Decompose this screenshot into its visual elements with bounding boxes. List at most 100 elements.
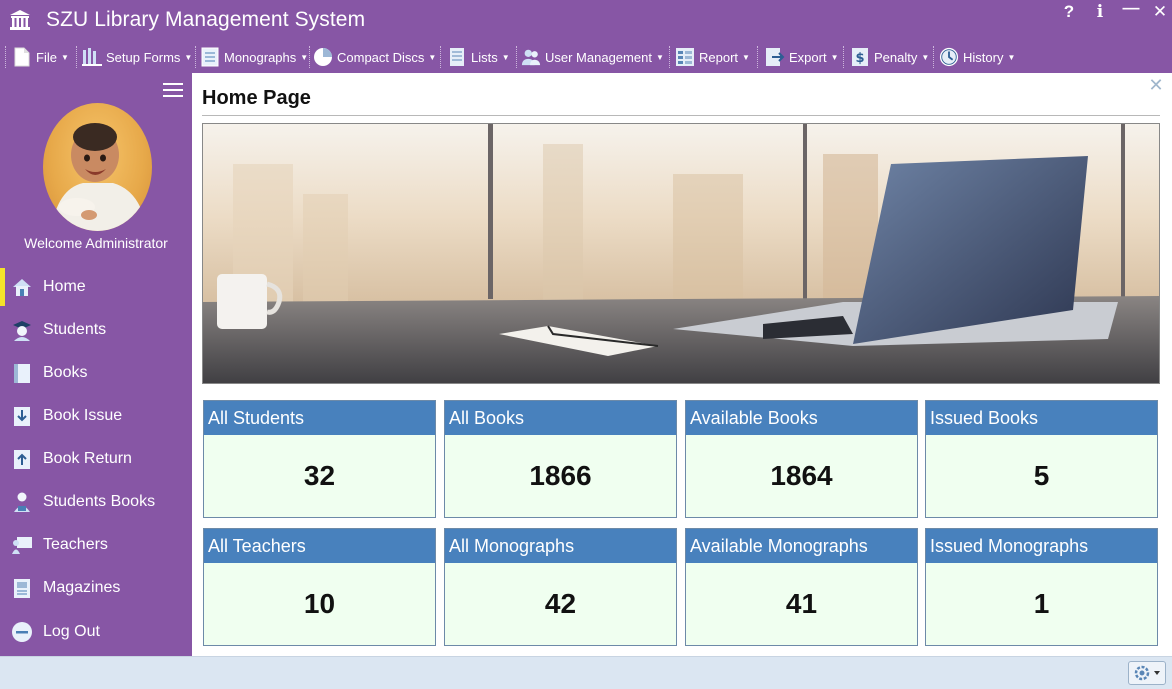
help-button[interactable]: ? (1058, 2, 1080, 24)
menu-bar: File ▼ Setup Forms ▼ Monographs ▼ Compac… (0, 40, 1172, 73)
sidebar-item-book-issue[interactable]: Book Issue (0, 397, 192, 435)
svg-text:$: $ (855, 51, 864, 66)
tile-value: 10 (303, 588, 336, 619)
sidebar-item-magazines[interactable]: Magazines (0, 569, 192, 607)
page-title: Home Page (202, 87, 311, 109)
status-bar (0, 656, 1172, 689)
menu-compact-discs[interactable]: Compact Discs ▼ (313, 44, 436, 70)
tile-all-students[interactable]: All Students 32 (203, 400, 436, 518)
tile-label: All Monographs (445, 529, 676, 563)
chevron-down-icon: ▼ (742, 52, 750, 62)
tile-issued-monographs[interactable]: Issued Monographs 1 (925, 528, 1158, 646)
tile-label: All Students (204, 401, 435, 435)
chevron-down-icon: ▼ (501, 52, 510, 62)
sidebar-item-label: Books (43, 364, 88, 381)
tile-value: 32 (303, 460, 336, 491)
menu-separator (843, 46, 844, 68)
tile-all-teachers[interactable]: All Teachers 10 (203, 528, 436, 646)
info-button[interactable]: i (1089, 2, 1111, 24)
menu-setup-forms[interactable]: Setup Forms ▼ (82, 44, 192, 70)
hamburger-menu-icon[interactable] (163, 83, 183, 99)
active-indicator (0, 268, 5, 306)
menu-monographs[interactable]: Monographs ▼ (200, 44, 308, 70)
menu-file[interactable]: File ▼ (12, 44, 69, 70)
report-icon (675, 46, 695, 68)
sidebar-item-label: Teachers (43, 536, 108, 553)
menu-penalty-label: Penalty (874, 49, 918, 65)
tile-label: Available Monographs (686, 529, 917, 563)
tile-all-monographs[interactable]: All Monographs 42 (444, 528, 677, 646)
download-icon (14, 407, 30, 426)
sidebar-item-label: Book Return (43, 450, 132, 467)
menu-separator (669, 46, 670, 68)
settings-dropdown-button[interactable] (1128, 661, 1166, 685)
main-content: Home Page ✕ All Students 32 All Books 18… (192, 73, 1172, 656)
sidebar-item-book-return[interactable]: Book Return (0, 440, 192, 478)
disc-icon (313, 46, 333, 68)
menu-separator (195, 46, 196, 68)
sidebar-item-teachers[interactable]: Teachers (0, 526, 192, 564)
menu-report-label: Report (699, 49, 739, 65)
tile-issued-books[interactable]: Issued Books 5 (925, 400, 1158, 518)
sidebar-item-books[interactable]: Books (0, 354, 192, 392)
chevron-down-icon: ▼ (655, 52, 664, 62)
tile-value: 42 (544, 588, 577, 619)
tile-value: 1864 (770, 460, 833, 491)
tile-available-monographs[interactable]: Available Monographs 41 (685, 528, 918, 646)
app-title: SZU Library Management System (46, 8, 366, 31)
menu-file-label: File (36, 49, 57, 65)
sidebar-item-label: Log Out (43, 623, 100, 640)
chevron-down-icon: ▼ (60, 52, 69, 62)
tile-value: 41 (785, 588, 818, 619)
student-icon (13, 321, 31, 341)
chevron-down-icon: ▼ (300, 52, 309, 62)
menu-lists[interactable]: Lists ▼ (447, 44, 510, 70)
menu-monographs-label: Monographs (224, 49, 297, 65)
gear-icon (1134, 665, 1160, 681)
menu-export-label: Export (789, 49, 827, 65)
library-icon (10, 10, 30, 30)
tile-value: 1 (1033, 588, 1050, 619)
menu-separator (76, 46, 77, 68)
sidebar-item-label: Book Issue (43, 407, 123, 424)
menu-history[interactable]: History ▼ (939, 44, 1015, 70)
menu-export[interactable]: Export ▼ (765, 44, 839, 70)
chevron-down-icon: ▼ (830, 52, 839, 62)
sidebar-item-log-out[interactable]: Log Out (0, 613, 192, 651)
sidebar: Welcome Administrator Home Students Book… (0, 73, 192, 656)
title-bar: SZU Library Management System ? i — ✕ (0, 0, 1172, 40)
users-icon (521, 46, 541, 68)
home-icon (13, 279, 31, 296)
menu-separator (309, 46, 310, 68)
close-tab-icon[interactable]: ✕ (1148, 76, 1164, 94)
menu-history-label: History (963, 49, 1004, 65)
teacher-icon (12, 537, 32, 554)
sidebar-item-home[interactable]: Home (0, 268, 192, 306)
close-button[interactable]: ✕ (1149, 2, 1171, 24)
menu-separator (757, 46, 758, 68)
tile-available-books[interactable]: Available Books 1864 (685, 400, 918, 518)
sidebar-item-students[interactable]: Students (0, 311, 192, 349)
magazine-icon (14, 579, 30, 598)
menu-compact-discs-label: Compact Discs (337, 49, 425, 65)
menu-user-management-label: User Management (545, 49, 652, 65)
menu-penalty[interactable]: $ Penalty ▼ (850, 44, 929, 70)
minimize-button[interactable]: — (1120, 0, 1142, 20)
menu-separator (933, 46, 934, 68)
tile-label: Issued Monographs (926, 529, 1157, 563)
menu-separator (516, 46, 517, 68)
sidebar-item-label: Students Books (43, 493, 156, 510)
tile-value: 1866 (529, 460, 592, 491)
menu-user-management[interactable]: User Management ▼ (521, 44, 664, 70)
logout-icon (12, 622, 32, 642)
export-icon (765, 46, 785, 68)
sidebar-item-label: Students (43, 321, 107, 338)
clock-icon (939, 46, 959, 68)
tile-all-books[interactable]: All Books 1866 (444, 400, 677, 518)
avatar (43, 103, 152, 231)
tile-label: All Teachers (204, 529, 435, 563)
book-icon (14, 364, 30, 383)
sidebar-item-students-books[interactable]: Students Books (0, 483, 192, 521)
menu-lists-label: Lists (471, 49, 498, 65)
menu-report[interactable]: Report ▼ (675, 44, 750, 70)
